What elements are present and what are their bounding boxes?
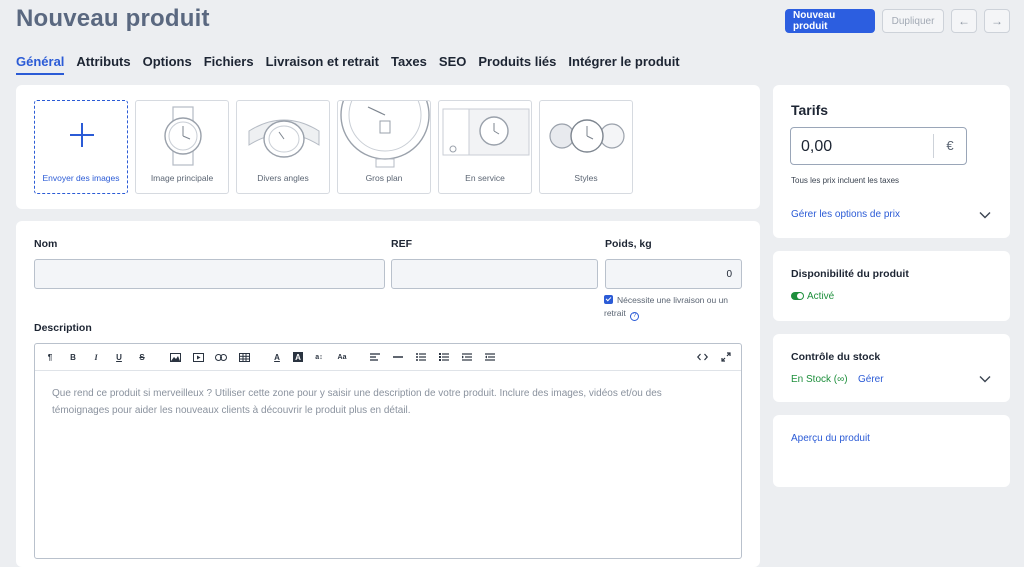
next-product-button[interactable]: → — [984, 9, 1010, 33]
images-card: Envoyer des images Image principale Dive… — [16, 85, 760, 209]
tab-attributes[interactable]: Attributs — [76, 54, 130, 75]
weight-label: Poids, kg — [605, 238, 652, 250]
chevron-down-icon[interactable] — [978, 372, 992, 386]
availability-toggle[interactable]: Activé — [791, 291, 834, 302]
image-slot-in-use[interactable]: En service — [438, 100, 532, 194]
top-actions: Nouveau produit Dupliquer ← → — [785, 9, 1010, 33]
product-form-card: Nom REF Poids, kg 0 Nécessite une livrai… — [16, 221, 760, 567]
paragraph-icon[interactable]: ¶ — [43, 350, 57, 364]
watch-closeup-icon — [340, 101, 430, 168]
tab-general[interactable]: Général — [16, 54, 65, 75]
pricing-title: Tarifs — [791, 102, 829, 118]
availability-card: Disponibilité du produit Activé — [773, 251, 1010, 321]
plus-icon — [70, 123, 94, 147]
font-color-icon[interactable]: A — [270, 350, 284, 364]
tab-options[interactable]: Options — [143, 54, 192, 75]
arrow-right-icon: → — [991, 14, 1003, 28]
tab-embed-product[interactable]: Intégrer le produit — [568, 54, 679, 75]
manage-price-options-link[interactable]: Gérer les options de prix — [791, 209, 900, 220]
upload-images-button[interactable]: Envoyer des images — [34, 100, 128, 194]
price-value: 0,00 — [801, 138, 833, 155]
shipping-checkbox-row[interactable]: Nécessite une livraison ou un retrait ? — [604, 294, 744, 321]
text-case-icon[interactable]: Aa — [335, 350, 349, 364]
image-slot-styles[interactable]: Styles — [539, 100, 633, 194]
weight-input[interactable]: 0 — [605, 259, 742, 289]
image-slot-label: Divers angles — [257, 173, 309, 183]
availability-title: Disponibilité du produit — [791, 268, 909, 280]
description-label: Description — [34, 322, 92, 334]
chevron-down-icon[interactable] — [978, 208, 992, 222]
image-slot-label: En service — [465, 173, 505, 183]
image-slot-main[interactable]: Image principale — [135, 100, 229, 194]
help-icon[interactable]: ? — [630, 312, 640, 321]
image-slot-label: Styles — [574, 173, 598, 183]
align-left-icon[interactable] — [368, 350, 382, 364]
image-slot-angles[interactable]: Divers angles — [236, 100, 330, 194]
availability-status: Activé — [807, 291, 835, 302]
image-slot-closeup[interactable]: Gros plan — [337, 100, 431, 194]
insert-table-icon[interactable] — [237, 350, 251, 364]
watch-icon — [164, 106, 202, 166]
manage-stock-link[interactable]: Gérer — [858, 374, 884, 385]
insert-image-icon[interactable] — [168, 350, 182, 364]
editor-toolbar: ¶ B I U S A A a↕ Aa — [35, 344, 741, 371]
tab-files[interactable]: Fichiers — [204, 54, 254, 75]
italic-icon[interactable]: I — [89, 350, 103, 364]
bold-icon[interactable]: B — [66, 350, 80, 364]
tax-note: Tous les prix incluent les taxes — [791, 176, 900, 185]
name-input[interactable] — [34, 259, 385, 289]
indent-icon[interactable] — [483, 350, 497, 364]
font-size-icon[interactable]: a↕ — [312, 350, 326, 364]
image-slot-label: Gros plan — [365, 173, 403, 183]
pricing-card: Tarifs 0,00 € Tous les prix incluent les… — [773, 85, 1010, 238]
product-tabs: Général Attributs Options Fichiers Livra… — [16, 54, 680, 75]
stock-card: Contrôle du stock En Stock (∞) Gérer — [773, 334, 1010, 402]
price-input[interactable]: 0,00 € — [790, 127, 967, 165]
image-slot-label: Image principale — [150, 173, 214, 183]
upload-label: Envoyer des images — [42, 173, 120, 183]
description-editor: ¶ B I U S A A a↕ Aa Que rend ce produit … — [34, 343, 742, 559]
insert-link-icon[interactable] — [214, 350, 228, 364]
shipping-checkbox[interactable] — [604, 295, 613, 304]
outdent-icon[interactable] — [460, 350, 474, 364]
tab-taxes[interactable]: Taxes — [391, 54, 427, 75]
page-title: Nouveau produit — [16, 5, 210, 32]
ref-label: REF — [391, 238, 412, 250]
name-label: Nom — [34, 238, 58, 250]
horizontal-rule-icon[interactable] — [391, 350, 405, 364]
numbered-list-icon[interactable] — [437, 350, 451, 364]
tab-related-products[interactable]: Produits liés — [478, 54, 556, 75]
background-color-icon[interactable]: A — [293, 352, 303, 362]
strikethrough-icon[interactable]: S — [135, 350, 149, 364]
insert-video-icon[interactable] — [191, 350, 205, 364]
watch-styles-icon — [549, 119, 625, 153]
toggle-on-icon — [791, 292, 804, 300]
description-placeholder[interactable]: Que rend ce produit si merveilleux ? Uti… — [52, 385, 712, 419]
prev-product-button[interactable]: ← — [951, 9, 977, 33]
fullscreen-icon[interactable] — [719, 350, 733, 364]
bullet-list-icon[interactable] — [414, 350, 428, 364]
arrow-left-icon: ← — [958, 14, 970, 28]
underline-icon[interactable]: U — [112, 350, 126, 364]
stock-title: Contrôle du stock — [791, 351, 881, 363]
stock-status: En Stock (∞) — [791, 374, 848, 385]
product-preview-link[interactable]: Aperçu du produit — [791, 433, 870, 444]
watch-inuse-icon — [442, 108, 530, 156]
tab-shipping[interactable]: Livraison et retrait — [266, 54, 379, 75]
duplicate-button[interactable]: Dupliquer — [882, 9, 944, 33]
tab-seo[interactable]: SEO — [439, 54, 466, 75]
ref-input[interactable] — [391, 259, 598, 289]
watch-angle-icon — [248, 119, 320, 158]
new-product-button[interactable]: Nouveau produit — [785, 9, 875, 33]
currency-symbol: € — [933, 134, 966, 158]
code-view-icon[interactable] — [695, 350, 709, 364]
shipping-checkbox-label: Nécessite une livraison ou un retrait — [604, 295, 729, 318]
preview-card: Aperçu du produit — [773, 415, 1010, 487]
